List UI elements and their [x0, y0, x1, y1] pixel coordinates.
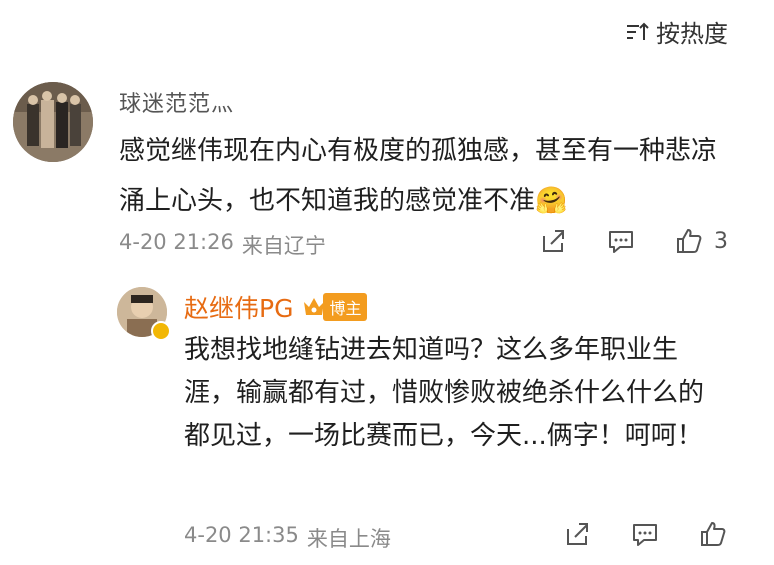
reply-username[interactable]: 赵继伟PG	[184, 289, 293, 325]
sort-icon	[627, 22, 649, 40]
comment-location: 来自辽宁	[241, 234, 326, 258]
reply-time: 4-20 21:35	[184, 523, 299, 547]
reply-share-button[interactable]	[562, 519, 592, 549]
reply-username-row: 赵继伟PG 博主	[184, 289, 368, 325]
like-icon	[677, 229, 702, 253]
share-icon	[567, 523, 588, 545]
comment-button[interactable]	[606, 226, 636, 256]
sort-label: 按热度	[656, 20, 728, 48]
host-badge-label: 博主	[323, 293, 368, 321]
like-icon	[701, 522, 726, 546]
reply-meta: 4-20 21:35 来自上海	[184, 523, 391, 553]
reply-location: 来自上海	[306, 527, 391, 551]
sort-by-hot-button[interactable]: 按热度	[624, 14, 728, 49]
reply-actions	[562, 519, 728, 549]
host-badge: 博主	[301, 293, 368, 321]
reply-like-button[interactable]	[698, 519, 728, 549]
share-icon	[543, 230, 564, 252]
like-button[interactable]: 3	[674, 226, 728, 256]
verified-badge-icon	[151, 321, 171, 341]
comment-text: 感觉继伟现在内心有极度的孤独感，甚至有一种悲凉涌上心头，也不知道我的感觉准不准🤗	[119, 136, 718, 216]
comment-username[interactable]: 球迷范范灬	[119, 86, 234, 118]
reply-text: 我想找地缝钻进去知道吗？这么多年职业生涯，输赢都有过，惜败惨败被绝杀什么什么的都…	[184, 335, 705, 451]
comment-meta: 4-20 21:26 来自辽宁	[119, 230, 326, 260]
comment-actions: 3	[538, 226, 728, 256]
share-button[interactable]	[538, 226, 568, 256]
avatar[interactable]	[13, 82, 93, 162]
comment-time: 4-20 21:26	[119, 230, 234, 254]
like-count: 3	[714, 228, 728, 254]
comment-icon	[609, 231, 633, 253]
reply-comment-button[interactable]	[630, 519, 660, 549]
comment-icon	[633, 524, 657, 546]
